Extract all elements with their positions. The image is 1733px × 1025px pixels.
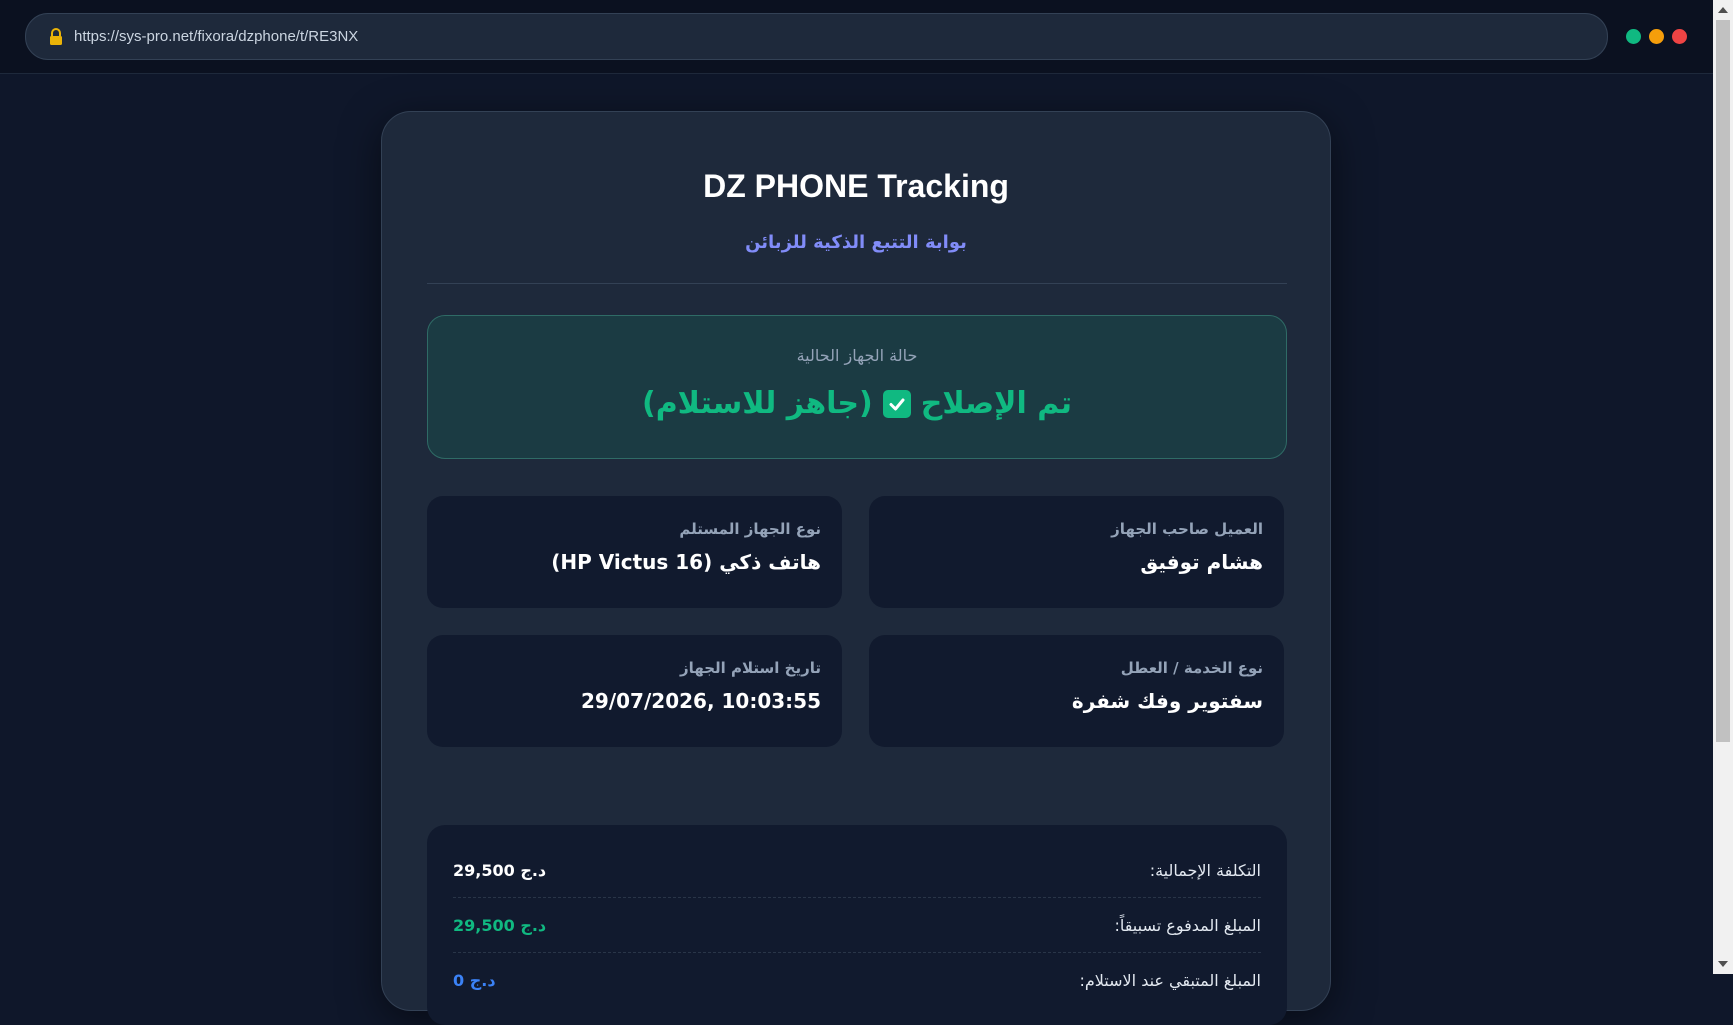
lock-icon [48, 27, 64, 46]
status-label: حالة الجهاز الحالية [796, 346, 918, 365]
date-label: تاريخ استلام الجهاز [680, 659, 821, 677]
date-card: تاريخ استلام الجهاز 29/07/2026, 10:03:55 [427, 635, 842, 747]
page-title: DZ PHONE Tracking [703, 168, 1009, 204]
cost-row-total: التكلفة الإجمالية: 29,500 د.ج [453, 843, 1261, 898]
scroll-up-arrow-icon[interactable] [1718, 7, 1728, 13]
window-controls [1626, 29, 1687, 44]
red-dot-icon[interactable] [1672, 29, 1687, 44]
paid-amount-label: المبلغ المدفوع تسبيقاً: [1114, 915, 1261, 935]
status-value: تم الإصلاح (جاهز للاستلام) [428, 386, 1286, 421]
device-value: هاتف ذكي (HP Victus 16) [551, 550, 821, 574]
device-label: نوع الجهاز المستلم [679, 520, 821, 538]
green-dot-icon[interactable] [1626, 29, 1641, 44]
client-label: العميل صاحب الجهاز [1111, 520, 1263, 538]
total-cost-label: التكلفة الإجمالية: [1149, 860, 1261, 880]
scroll-down-arrow-icon[interactable] [1718, 961, 1728, 967]
scroll-thumb[interactable] [1716, 20, 1730, 742]
status-main-text: تم الإصلاح [920, 386, 1073, 421]
cost-row-paid: المبلغ المدفوع تسبيقاً: 29,500 د.ج [453, 898, 1261, 953]
status-note-text: (جاهز للاستلام) [641, 386, 873, 421]
yellow-dot-icon[interactable] [1649, 29, 1664, 44]
page-content: DZ PHONE Tracking بوابة التتبع الذكية لل… [0, 74, 1713, 1025]
page-subtitle: بوابة التتبع الذكية للزبائن [745, 232, 967, 253]
total-cost-value: 29,500 د.ج [453, 860, 547, 880]
divider [427, 283, 1287, 284]
service-label: نوع الخدمة / العطل [1120, 659, 1263, 677]
browser-toolbar: https://sys-pro.net/fixora/dzphone/t/RE3… [0, 0, 1713, 74]
page-scrollbar[interactable] [1713, 0, 1733, 974]
url-text: https://sys-pro.net/fixora/dzphone/t/RE3… [74, 28, 359, 45]
check-icon [882, 389, 911, 418]
service-value: سفتوير وفك شفرة [1071, 689, 1263, 713]
paid-amount-value: 29,500 د.ج [453, 915, 547, 935]
cost-row-remaining: المبلغ المتبقي عند الاستلام: 0 د.ج [453, 953, 1261, 1008]
client-card: العميل صاحب الجهاز هشام توفيق [869, 496, 1284, 608]
cost-summary: التكلفة الإجمالية: 29,500 د.ج المبلغ الم… [427, 825, 1287, 1025]
client-value: هشام توفيق [1140, 550, 1263, 574]
tracking-card: DZ PHONE Tracking بوابة التتبع الذكية لل… [381, 111, 1331, 1025]
address-bar[interactable]: https://sys-pro.net/fixora/dzphone/t/RE3… [25, 13, 1608, 60]
device-card: نوع الجهاز المستلم هاتف ذكي (HP Victus 1… [427, 496, 842, 608]
service-card: نوع الخدمة / العطل سفتوير وفك شفرة [869, 635, 1284, 747]
date-value: 29/07/2026, 10:03:55 [581, 689, 821, 713]
status-panel: حالة الجهاز الحالية تم الإصلاح (جاهز للا… [427, 315, 1287, 459]
